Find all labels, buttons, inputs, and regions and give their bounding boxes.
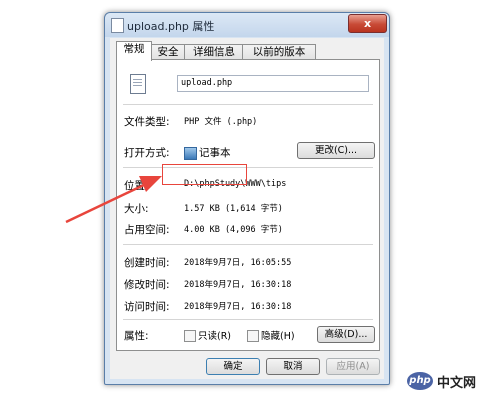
file-type-value: PHP 文件 (.php) [184, 117, 258, 127]
properties-window: upload.php 属性 x 常规 安全 详细信息 以前的版本 upload.… [104, 12, 390, 385]
location-label: 位置: [124, 180, 149, 192]
divider [123, 319, 373, 320]
accessed-value: 2018年9月7日, 16:30:18 [184, 302, 292, 312]
apply-button[interactable]: 应用(A) [326, 358, 380, 375]
created-value: 2018年9月7日, 16:05:55 [184, 258, 292, 268]
tab-security[interactable]: 安全 [150, 44, 186, 60]
tab-previous-versions[interactable]: 以前的版本 [242, 44, 316, 60]
size-on-disk-value: 4.00 KB (4,096 字节) [184, 225, 283, 235]
tab-general[interactable]: 常规 [116, 41, 152, 61]
divider [123, 244, 373, 245]
size-label: 大小: [124, 203, 149, 215]
cancel-button[interactable]: 取消 [266, 358, 320, 375]
modified-label: 修改时间: [124, 279, 170, 291]
title-bar[interactable]: upload.php 属性 x [105, 13, 389, 37]
hidden-checkbox[interactable] [247, 330, 259, 342]
hidden-label[interactable]: 隐藏(H) [261, 328, 295, 342]
php-logo: php [407, 372, 433, 390]
created-label: 创建时间: [124, 257, 170, 269]
dialog-client: 常规 安全 详细信息 以前的版本 upload.php 文件类型: PHP 文件… [110, 38, 384, 379]
general-panel: upload.php 文件类型: PHP 文件 (.php) 打开方式: 记事本… [116, 59, 380, 351]
divider [123, 167, 373, 168]
size-value: 1.57 KB (1,614 字节) [184, 204, 283, 214]
opens-with-value: 记事本 [199, 147, 231, 159]
filename-field[interactable]: upload.php [177, 75, 369, 92]
php-file-icon [130, 74, 146, 94]
brand-text: 中文网 [437, 376, 477, 391]
attributes-label: 属性: [124, 330, 149, 342]
tab-details[interactable]: 详细信息 [184, 44, 244, 60]
file-type-label: 文件类型: [124, 116, 170, 128]
size-highlight-box [162, 164, 247, 185]
readonly-label[interactable]: 只读(R) [198, 328, 231, 342]
size-on-disk-label: 占用空间: [124, 224, 170, 236]
watermark: php 中文网 [407, 371, 497, 393]
advanced-button[interactable]: 高级(D)... [317, 326, 375, 343]
close-button[interactable]: x [348, 14, 387, 33]
modified-value: 2018年9月7日, 16:30:18 [184, 280, 292, 290]
readonly-checkbox[interactable] [184, 330, 196, 342]
window-title: upload.php 属性 [127, 20, 215, 33]
accessed-label: 访问时间: [124, 301, 170, 313]
opens-with-label: 打开方式: [124, 147, 170, 159]
notepad-icon [184, 147, 197, 160]
file-icon [111, 18, 124, 33]
ok-button[interactable]: 确定 [206, 358, 260, 375]
change-button[interactable]: 更改(C)... [297, 142, 375, 159]
divider [123, 104, 373, 105]
